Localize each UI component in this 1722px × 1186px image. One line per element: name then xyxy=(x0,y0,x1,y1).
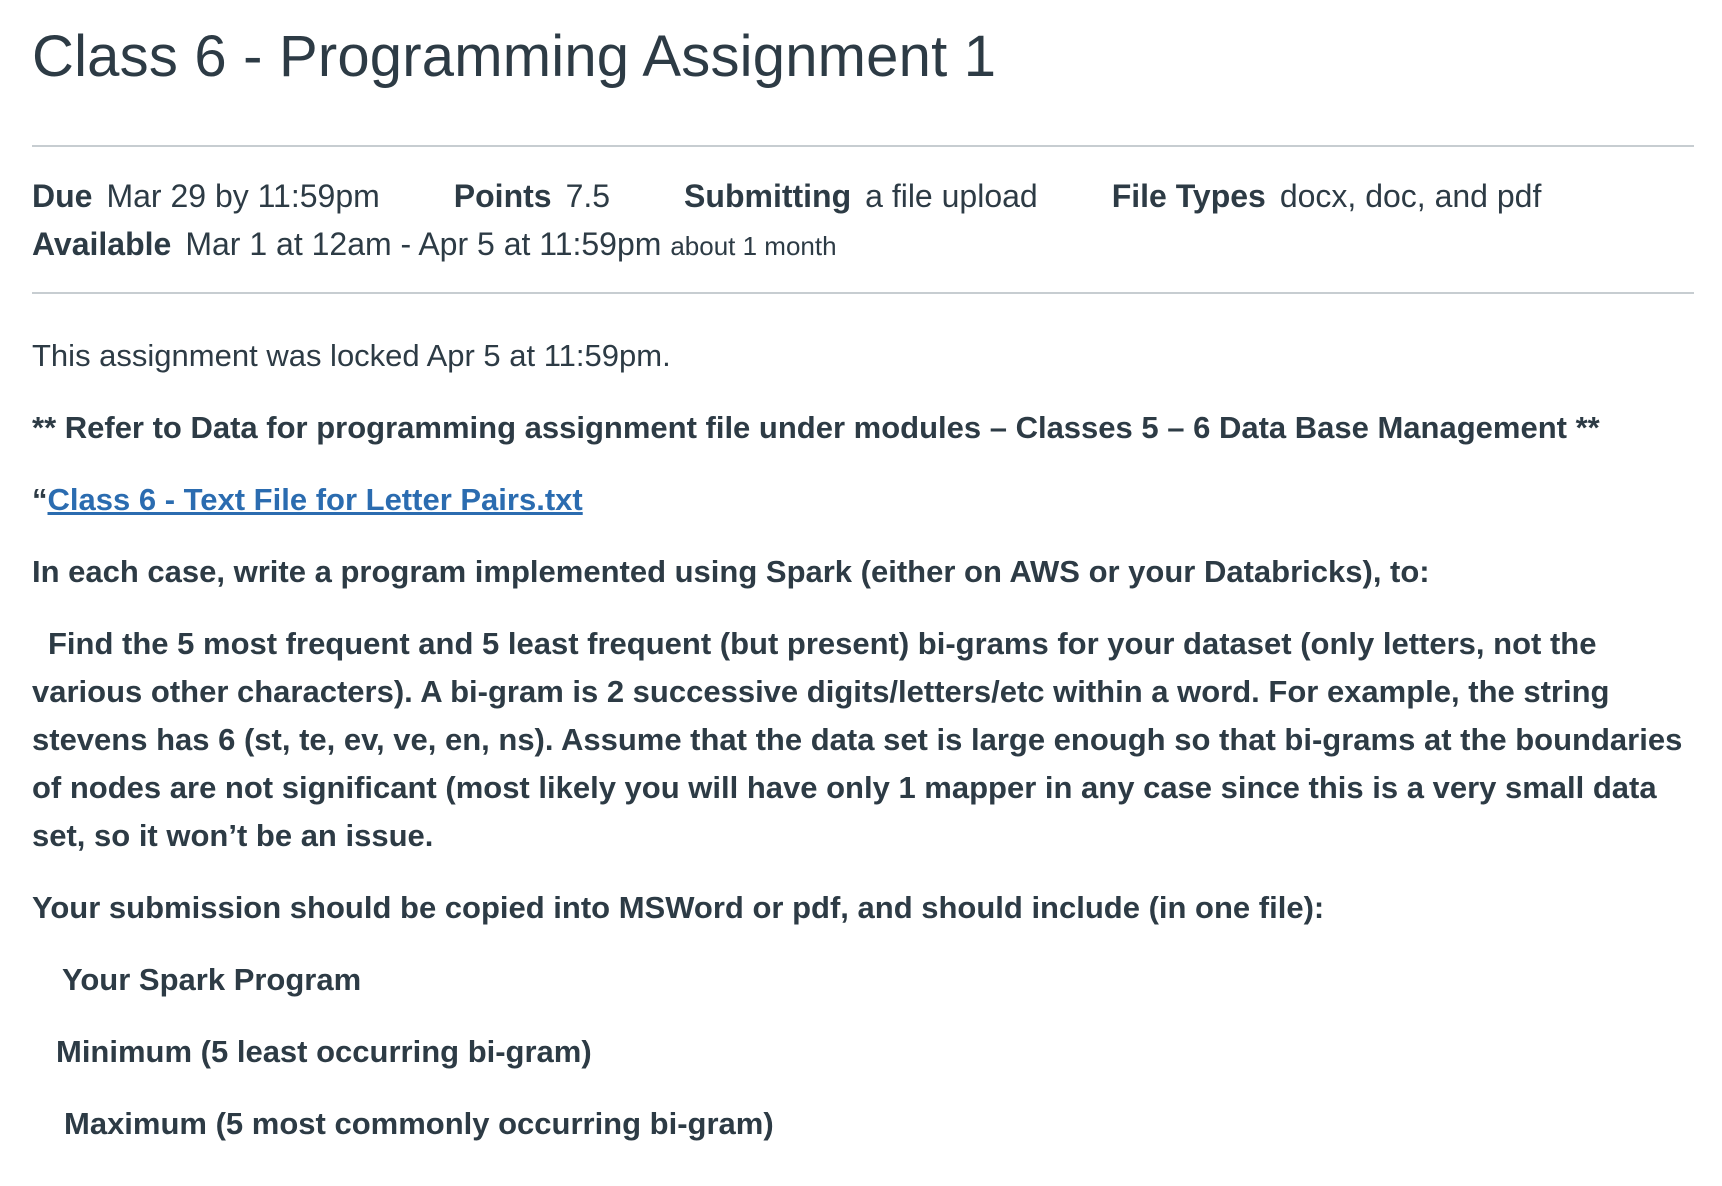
assignment-page: Class 6 - Programming Assignment 1 Due Ma… xyxy=(0,0,1722,1186)
list-item: Minimum (5 least occurring bi-gram) xyxy=(56,1034,592,1069)
file-types-value: docx, doc, and pdf xyxy=(1279,178,1542,214)
list-item: Maximum (5 most commonly occurring bi-gr… xyxy=(64,1106,774,1141)
points-label: Points xyxy=(453,178,552,214)
details-row-2: Available Mar 1 at 12am - Apr 5 at 11:59p… xyxy=(32,220,1541,268)
instructions-intro: In each case, write a program implemente… xyxy=(32,554,1430,589)
text-file-link[interactable]: Class 6 - Text File for Letter Pairs.txt xyxy=(48,482,583,517)
quote-mark: “ xyxy=(32,482,48,517)
available-label: Available xyxy=(32,226,172,262)
page-title: Class 6 - Programming Assignment 1 xyxy=(32,24,997,89)
due-value: Mar 29 by 11:59pm xyxy=(106,178,380,214)
available-value: Mar 1 at 12am - Apr 5 at 11:59pm xyxy=(185,226,662,262)
file-types-label: File Types xyxy=(1111,178,1266,214)
available-duration: about 1 month xyxy=(670,231,837,261)
details-row-1: Due Mar 29 by 11:59pm Points 7.5 Submitting a… xyxy=(32,172,1541,220)
submitting-label: Submitting xyxy=(684,178,852,214)
header-divider xyxy=(32,145,1694,147)
refer-note: ** Refer to Data for programming assignm… xyxy=(32,410,1600,445)
submission-intro: Your submission should be copied into MS… xyxy=(32,890,1325,925)
details-divider xyxy=(32,292,1694,294)
locked-notice: This assignment was locked Apr 5 at 11:5… xyxy=(32,338,671,373)
list-item: Your Spark Program xyxy=(62,962,362,997)
assignment-details: Due Mar 29 by 11:59pm Points 7.5 Submitting a… xyxy=(32,172,1541,268)
points-value: 7.5 xyxy=(565,178,611,214)
submitting-value: a file upload xyxy=(865,178,1038,214)
task-description: Find the 5 most frequent and 5 least fre… xyxy=(32,626,1683,853)
due-label: Due xyxy=(32,178,93,214)
file-link-line: “Class 6 - Text File for Letter Pairs.tx… xyxy=(32,476,1694,524)
assignment-description: This assignment was locked Apr 5 at 11:5… xyxy=(32,332,1694,1172)
